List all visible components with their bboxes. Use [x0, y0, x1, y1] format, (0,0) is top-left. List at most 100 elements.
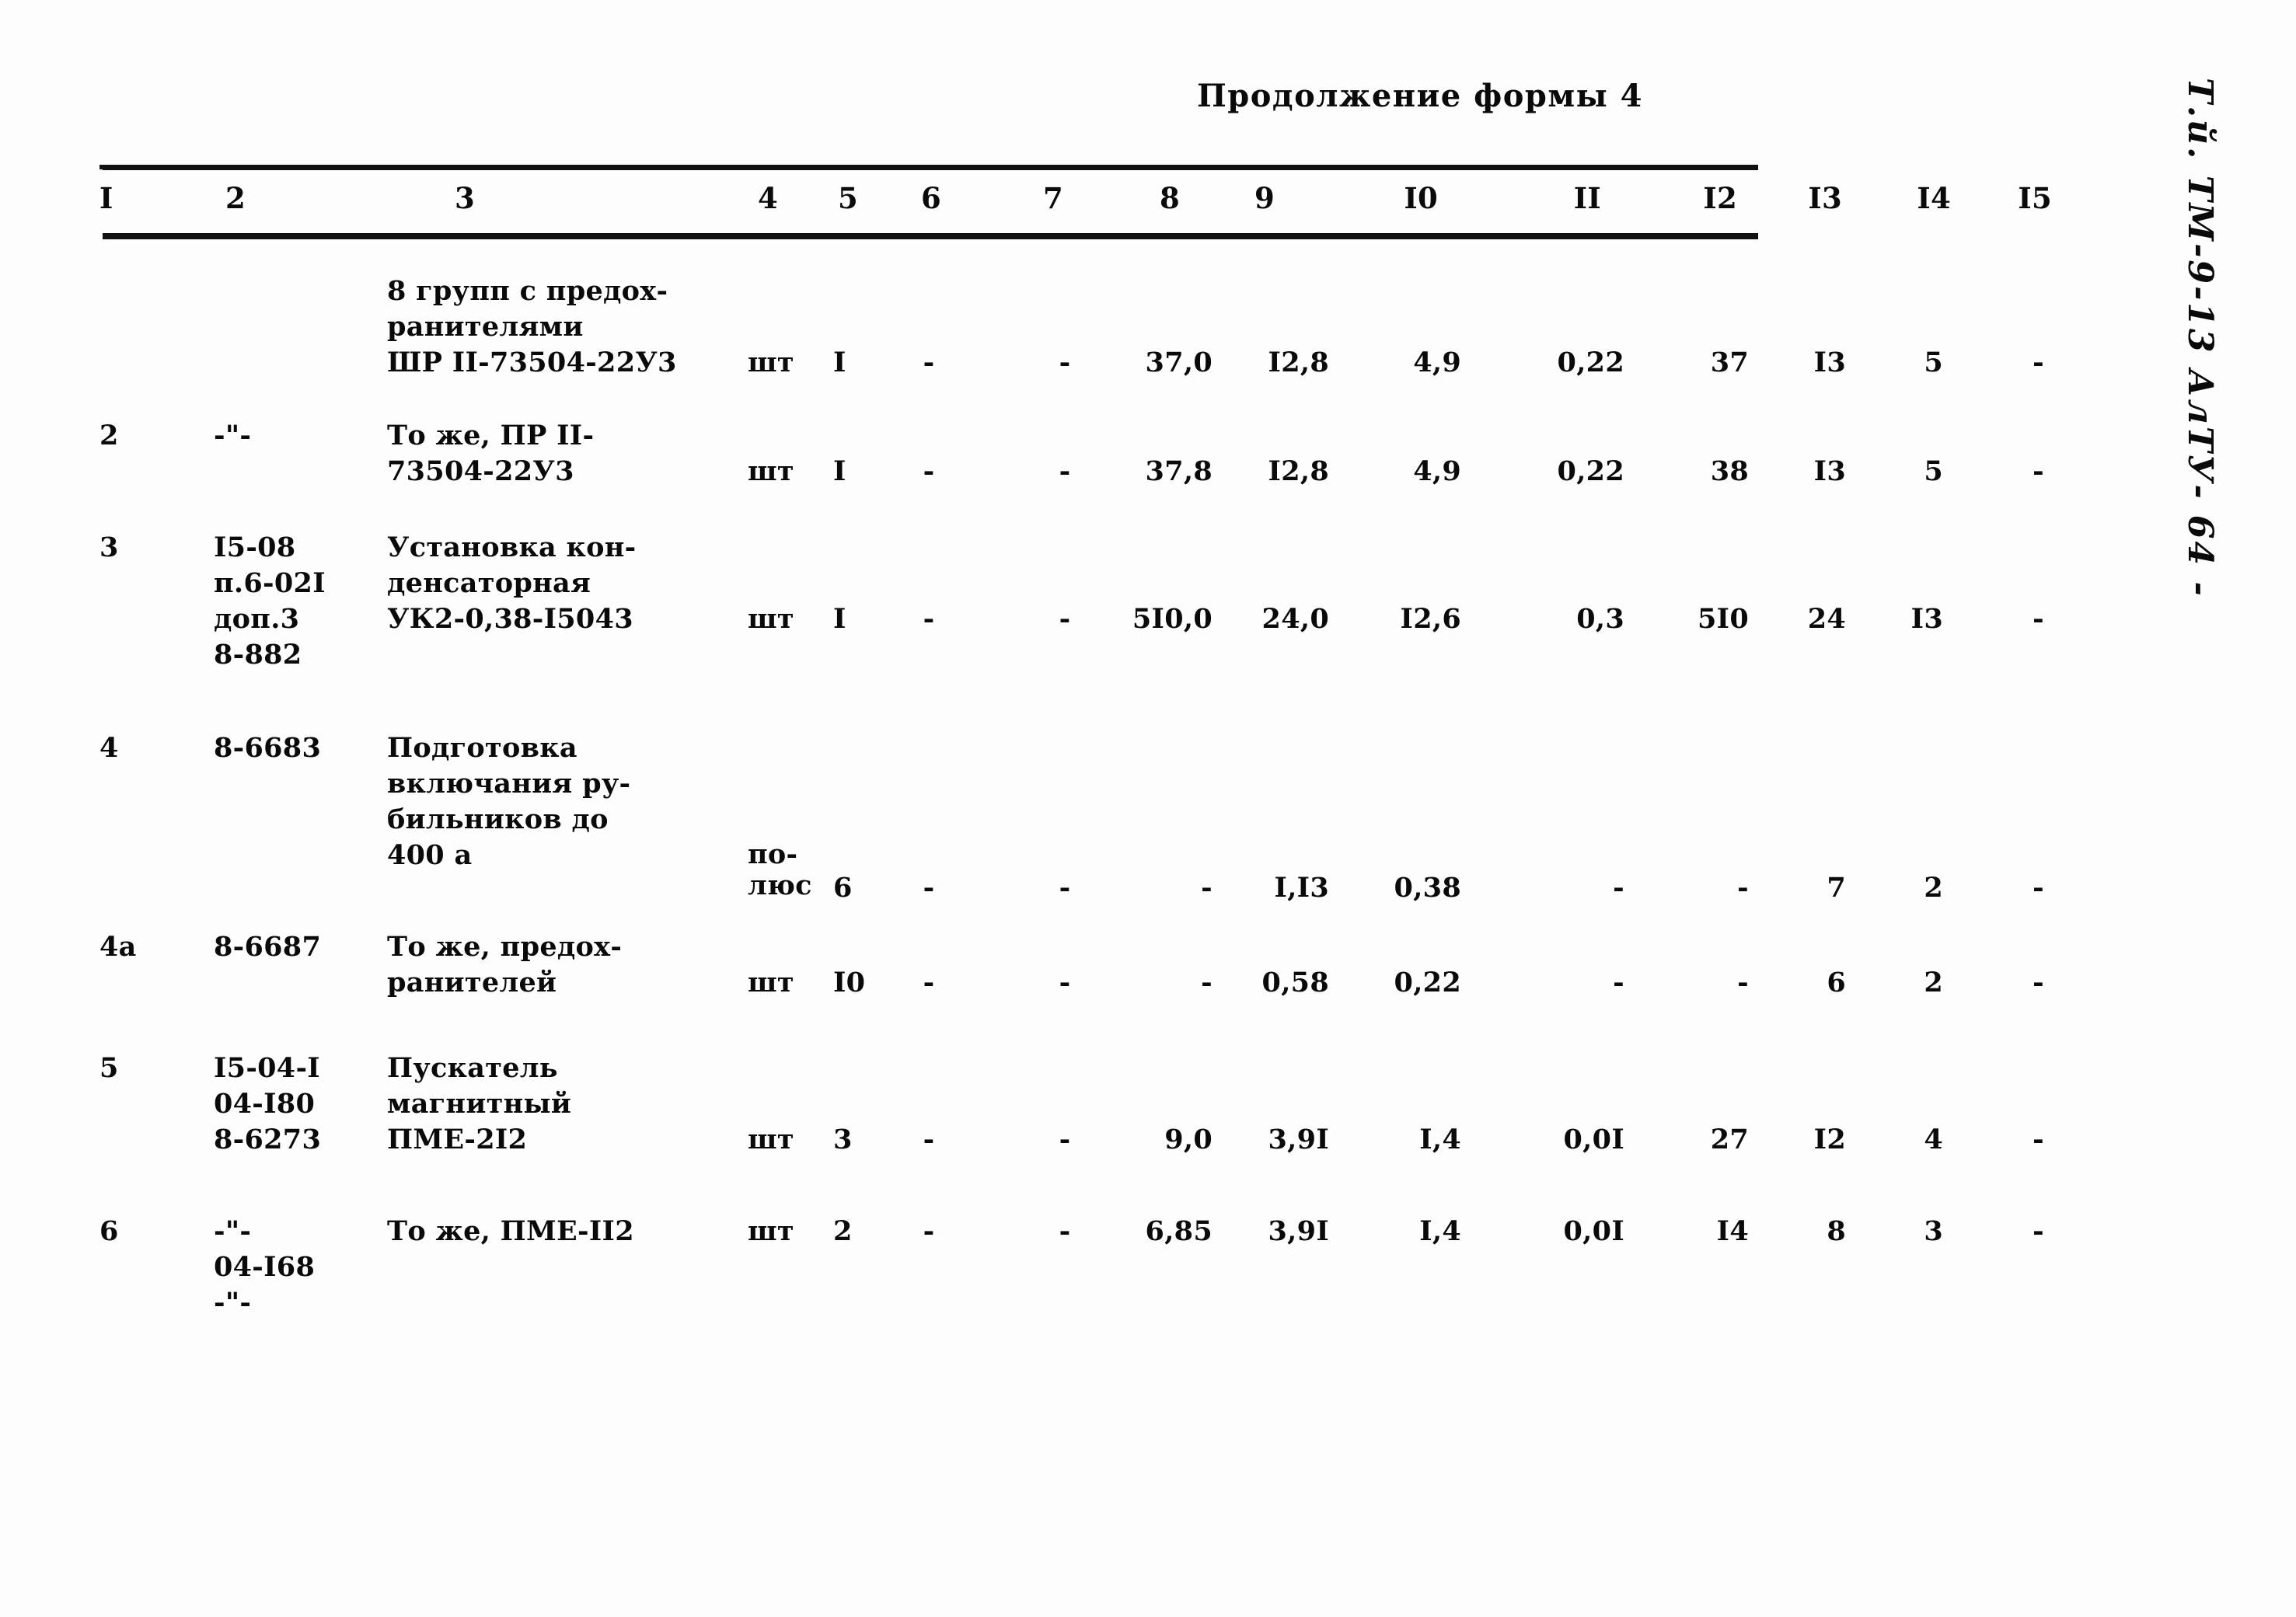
row-number: 5 [99, 1052, 119, 1084]
value-col-15: - [2033, 1124, 2044, 1155]
column-number-13: I3 [1808, 181, 1842, 215]
column-number-1: I [99, 181, 113, 215]
row-number: 3 [99, 531, 119, 563]
column-number-9: 9 [1254, 181, 1275, 215]
value-col-8: - [1201, 967, 1213, 998]
value-col-9: 24,0 [1261, 603, 1329, 635]
value-col-8: 37,0 [1145, 347, 1213, 378]
value-col-6: - [923, 1124, 935, 1155]
unit: шт [748, 603, 794, 635]
value-col-6: - [923, 347, 935, 378]
unit: шт [748, 455, 794, 487]
value-col-13: 24 [1807, 603, 1846, 635]
norm-code: I5-08 п.6-02I доп.3 8-882 [214, 531, 326, 671]
value-col-10: 0,38 [1394, 872, 1461, 904]
value-col-11: 0,3 [1576, 603, 1624, 635]
value-col-9: 0,58 [1261, 967, 1329, 998]
value-col-14: I3 [1910, 603, 1943, 635]
value-col-9: I,I3 [1274, 872, 1329, 904]
column-number-12: I2 [1703, 181, 1737, 215]
value-col-15: - [2033, 1215, 2044, 1247]
value-col-14: 2 [1924, 967, 1943, 998]
value-col-14: 5 [1924, 347, 1943, 378]
value-col-15: - [2033, 967, 2044, 998]
norm-code: -"- 04-I68 -"- [214, 1215, 316, 1319]
value-col-12: - [1737, 872, 1749, 904]
value-col-14: 3 [1924, 1215, 1943, 1247]
row-number: 4а [99, 931, 137, 963]
value-col-6: - [923, 967, 935, 998]
item-description: То же, ПМЕ-II2 [387, 1215, 634, 1247]
value-col-13: I3 [1813, 455, 1846, 487]
value-col-7: - [1059, 603, 1071, 635]
value-col-9: 3,9I [1268, 1215, 1329, 1247]
item-description: Пускатель магнитный ПМЕ-2I2 [387, 1052, 572, 1155]
column-number-10: I0 [1404, 181, 1438, 215]
unit: шт [748, 1215, 794, 1247]
margin-note-text: Т.й. ТМ-9-13 АлТУ- 64 - [2180, 78, 2220, 598]
value-col-10: I,4 [1419, 1124, 1461, 1155]
margin-handwritten-note: Т.й. ТМ-9-13 АлТУ- 64 - [2172, 54, 2273, 645]
value-col-8: 6,85 [1145, 1215, 1213, 1247]
value-col-15: - [2033, 603, 2044, 635]
value-col-12: 38 [1710, 455, 1749, 487]
value-col-6: - [923, 455, 935, 487]
column-number-14: I4 [1917, 181, 1951, 215]
value-col-14: 4 [1924, 1124, 1943, 1155]
value-col-8: 9,0 [1164, 1124, 1213, 1155]
value-col-8: 5I0,0 [1132, 603, 1213, 635]
column-number-6: 6 [920, 181, 942, 215]
value-col-9: 3,9I [1268, 1124, 1329, 1155]
value-col-12: 27 [1710, 1124, 1749, 1155]
form-continuation-header: Продолжение формы 4 [1197, 78, 1643, 114]
norm-code: 8-6683 [214, 732, 322, 764]
value-col-7: - [1059, 1124, 1071, 1155]
quantity: I0 [833, 967, 866, 998]
value-col-9: I2,8 [1268, 347, 1329, 378]
value-col-6: - [923, 603, 935, 635]
quantity: I [833, 347, 846, 378]
value-col-7: - [1059, 967, 1071, 998]
unit: шт [748, 967, 794, 998]
value-col-13: 6 [1827, 967, 1846, 998]
value-col-10: 4,9 [1413, 347, 1461, 378]
value-col-8: - [1201, 872, 1213, 904]
value-col-13: I3 [1813, 347, 1846, 378]
item-description: То же, ПР II- 73504-22У3 [387, 420, 595, 487]
norm-code: I5-04-I 04-I80 8-6273 [214, 1052, 322, 1155]
value-col-12: - [1737, 967, 1749, 998]
value-col-6: - [923, 872, 935, 904]
quantity: 6 [833, 872, 853, 904]
value-col-14: 2 [1924, 872, 1943, 904]
column-number-4: 4 [758, 181, 779, 215]
value-col-14: 5 [1924, 455, 1943, 487]
value-col-12: 37 [1710, 347, 1749, 378]
quantity: I [833, 455, 846, 487]
column-number-15: I5 [2018, 181, 2052, 215]
row-number: 6 [99, 1215, 119, 1247]
column-number-5: 5 [838, 181, 859, 215]
column-number-8: 8 [1159, 181, 1180, 215]
norm-code: 8-6687 [214, 931, 322, 963]
value-col-10: I,4 [1419, 1215, 1461, 1247]
value-col-6: - [923, 1215, 935, 1247]
column-number-2: 2 [225, 181, 246, 215]
value-col-9: I2,8 [1268, 455, 1329, 487]
value-col-15: - [2033, 872, 2044, 904]
row-number: 4 [99, 732, 119, 764]
value-col-12: I4 [1716, 1215, 1749, 1247]
value-col-7: - [1059, 347, 1071, 378]
column-number-11: II [1573, 181, 1601, 215]
value-col-11: - [1613, 872, 1624, 904]
column-number-7: 7 [1042, 181, 1064, 215]
value-col-11: 0,22 [1557, 455, 1624, 487]
value-col-13: I2 [1813, 1124, 1846, 1155]
document-page: Продолжение формы 4 I 2 3 4 5 6 7 8 9 I0… [0, 0, 2296, 1617]
value-col-7: - [1059, 455, 1071, 487]
value-col-13: 7 [1827, 872, 1846, 904]
value-col-7: - [1059, 872, 1071, 904]
quantity: 3 [833, 1124, 853, 1155]
value-col-11: 0,22 [1557, 347, 1624, 378]
table-top-rule [103, 165, 1758, 170]
value-col-15: - [2033, 455, 2044, 487]
